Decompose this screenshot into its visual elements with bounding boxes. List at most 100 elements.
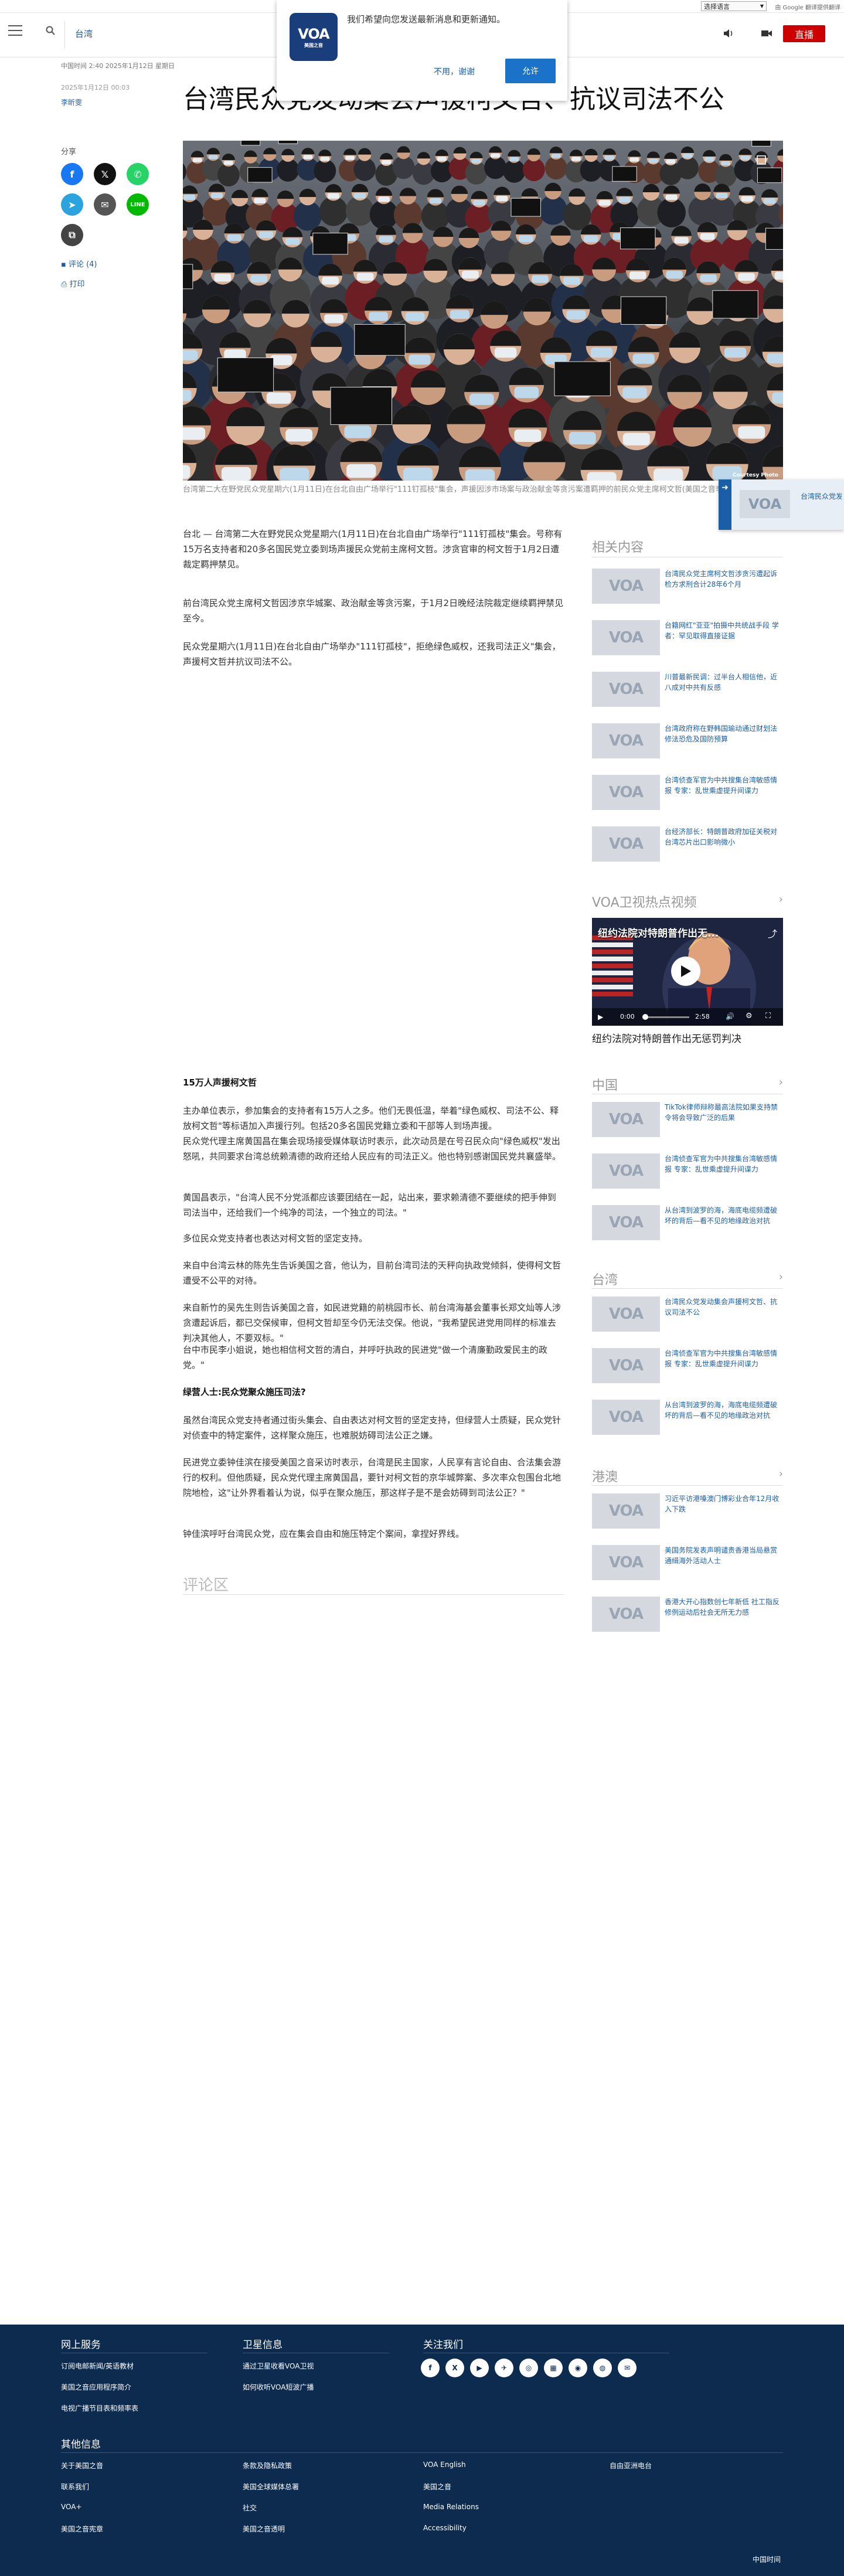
footer-link[interactable]: 条款及隐私政策 bbox=[243, 2461, 292, 2470]
footer-link[interactable]: 社交 bbox=[243, 2503, 257, 2513]
related-article-title[interactable]: 从台湾到波罗的海，海底电缆频遭破坏的背后—看不见的地缘政治对抗 bbox=[665, 1400, 783, 1421]
footer-other-title: 其他信息 bbox=[61, 2439, 101, 2451]
footer-link[interactable]: 关于美国之音 bbox=[61, 2461, 103, 2470]
footer-link[interactable]: Media Relations bbox=[423, 2503, 479, 2511]
related-article-title[interactable]: TikTok律师辩称最高法院如果支持禁令将会导致广泛的后果 bbox=[665, 1102, 783, 1123]
live-button[interactable]: 直播 bbox=[783, 25, 825, 42]
social-icon[interactable]: X bbox=[445, 2359, 464, 2377]
related-article-item[interactable]: VOA 台湾民众党发动集会声援柯文哲、抗议司法不公 bbox=[592, 1294, 783, 1336]
settings-icon[interactable]: ⚙ bbox=[746, 1012, 753, 1020]
related-article-title[interactable]: 台籍网红"亚亚"拍摄中共统战手段 学者：罕见取得直接证据 bbox=[665, 620, 783, 641]
related-article-item[interactable]: VOA 习近平访港嗓澳门博彩业合年12月收入下跌 bbox=[592, 1491, 783, 1533]
related-article-item[interactable]: VOA 香港大开心指数创七年新低 社工指反修例运动后社会无所无力感 bbox=[592, 1594, 783, 1636]
print-link[interactable]: ⎙ 打印 bbox=[61, 278, 85, 289]
play-small-icon[interactable]: ▶ bbox=[598, 1013, 603, 1021]
footer-link[interactable]: 美国之音 bbox=[423, 2482, 451, 2492]
related-article-title[interactable]: 台湾民众党发动集会声援柯文哲、抗议司法不公 bbox=[665, 1296, 783, 1318]
related-article-title[interactable]: 川普最新民调：过半台人相信他，近八成对中共有反感 bbox=[665, 672, 783, 693]
social-icon[interactable]: ◉ bbox=[569, 2359, 587, 2377]
related-article-item[interactable]: VOA 从台湾到波罗的海，海底电缆频遭破坏的背后—看不见的地缘政治对抗 bbox=[592, 1203, 783, 1245]
comments-link[interactable]: ▪ 评论 (4) bbox=[61, 258, 97, 269]
hk-section-header[interactable]: 港澳 › bbox=[592, 1466, 783, 1485]
social-icon[interactable]: ◎ bbox=[519, 2359, 538, 2377]
footer-link[interactable]: 美国全球媒体总署 bbox=[243, 2482, 299, 2492]
article-thumbnail-voa-logo: VOA bbox=[592, 1296, 660, 1332]
search-icon[interactable] bbox=[46, 26, 55, 35]
related-article-item[interactable]: VOA 美国务院发表声明谴责香港当局悬赏通缉海外活动人士 bbox=[592, 1543, 783, 1585]
volume-icon[interactable]: 🔊 bbox=[726, 1012, 734, 1020]
video-player[interactable]: 纽约法院对特朗普作出无... ⤴ ▶ 0:00 2:58 🔊 ⚙ ⛶ bbox=[592, 918, 783, 1026]
footer-link[interactable]: 美国之音宪章 bbox=[61, 2524, 103, 2534]
whatsapp-share-icon[interactable]: ✆ bbox=[127, 163, 149, 185]
footer-link[interactable]: 美国之音应用程序简介 bbox=[61, 2382, 131, 2392]
play-icon[interactable] bbox=[671, 957, 700, 986]
related-article-item[interactable]: VOA TikTok律师辩称最高法院如果支持禁令将会导致广泛的后果 bbox=[592, 1100, 783, 1142]
taiwan-section-header[interactable]: 台湾 › bbox=[592, 1270, 783, 1288]
facebook-share-icon[interactable]: f bbox=[61, 163, 83, 185]
audio-icon[interactable] bbox=[724, 29, 734, 38]
footer-link[interactable]: 美国之音透明 bbox=[243, 2524, 285, 2534]
social-icon[interactable]: f bbox=[421, 2359, 440, 2377]
related-article-title[interactable]: 美国务院发表声明谴责香港当局悬赏通缉海外活动人士 bbox=[665, 1545, 783, 1566]
social-icon[interactable]: ▦ bbox=[544, 2359, 563, 2377]
sticky-article-title: 台湾民众党发动集会声援柯文哲、抗议司法不公 bbox=[801, 492, 842, 501]
notification-message: 我们希望向您发送最新消息和更新通知。 bbox=[347, 14, 506, 25]
line-share-icon[interactable]: LINE bbox=[127, 193, 149, 216]
social-icon[interactable]: ✈ bbox=[495, 2359, 513, 2377]
article-photo: Courtesy Photo bbox=[183, 141, 783, 481]
footer-link[interactable]: 电视广播节目表和频率表 bbox=[61, 2403, 138, 2413]
google-translate-credit[interactable]: 由 Google 翻译提供翻译 bbox=[775, 2, 840, 11]
related-article-item[interactable]: VOA 从台湾到波罗的海，海底电缆频遭破坏的背后—看不见的地缘政治对抗 bbox=[592, 1397, 783, 1440]
related-article-title[interactable]: 台湾民众党主席柯文哲涉贪污遭起诉 检方求刑合计28年6个月 bbox=[665, 569, 783, 590]
footer-link[interactable]: 自由亚洲电台 bbox=[610, 2461, 652, 2470]
article-author[interactable]: 李昕雯 bbox=[61, 97, 82, 107]
related-article-title[interactable]: 香港大开心指数创七年新低 社工指反修例运动后社会无所无力感 bbox=[665, 1597, 783, 1618]
email-share-icon[interactable]: ✉ bbox=[94, 193, 116, 216]
related-article-title[interactable]: 台湾侦查军官为中共搜集台湾敏感情报 专家：乱世乘虚提升间谍力 bbox=[665, 775, 783, 796]
related-article-item[interactable]: VOA 台经济部长：特朗普政府加征关税对台湾芯片出口影响微小 bbox=[592, 824, 783, 866]
fullscreen-icon[interactable]: ⛶ bbox=[765, 1012, 771, 1020]
video-caption[interactable]: 纽约法院对特朗普作出无惩罚判决 bbox=[592, 1030, 783, 1045]
related-article-title[interactable]: 习近平访港嗓澳门博彩业合年12月收入下跌 bbox=[665, 1493, 783, 1515]
footer-link[interactable]: 订阅电邮新闻/英语教材 bbox=[61, 2361, 134, 2371]
video-progress-bar[interactable] bbox=[642, 1014, 689, 1020]
related-article-item[interactable]: VOA 台湾民众党主席柯文哲涉贪污遭起诉 检方求刑合计28年6个月 bbox=[592, 566, 783, 608]
related-article-title[interactable]: 台经济部长：特朗普政府加征关税对台湾芯片出口影响微小 bbox=[665, 826, 783, 848]
related-article-item[interactable]: VOA 台湾侦查军官为中共搜集台湾敏感情报 专家：乱世乘虚提升间谍力 bbox=[592, 773, 783, 815]
telegram-share-icon[interactable]: ➤ bbox=[61, 193, 83, 216]
related-article-title[interactable]: 台湾政府称在野韩国瑜动通过财划法修法恐危及国防预算 bbox=[665, 723, 783, 744]
social-icon[interactable]: ▶ bbox=[470, 2359, 489, 2377]
footer-link[interactable]: Accessibility bbox=[423, 2524, 467, 2532]
related-article-item[interactable]: VOA 台湾政府称在野韩国瑜动通过财划法修法恐危及国防预算 bbox=[592, 721, 783, 763]
voa-logo: VOA bbox=[740, 490, 790, 518]
related-article-item[interactable]: VOA 川普最新民调：过半台人相信他，近八成对中共有反感 bbox=[592, 669, 783, 712]
copy-link-icon[interactable]: ⧉ bbox=[61, 224, 83, 246]
sticky-article-card[interactable]: ➜ VOA 台湾民众党发动集会声援柯文哲、抗议司法不公 bbox=[719, 479, 844, 530]
china-section-header[interactable]: 中国 › bbox=[592, 1075, 783, 1094]
related-article-title[interactable]: 从台湾到波罗的海，海底电缆频遭破坏的背后—看不见的地缘政治对抗 bbox=[665, 1205, 783, 1226]
related-article-item[interactable]: VOA 台湾侦查军官为中共搜集台湾敏感情报 专家：乱世乘虚提升间谍力 bbox=[592, 1346, 783, 1388]
related-article-item[interactable]: VOA 台籍网红"亚亚"拍摄中共统战手段 学者：罕见取得直接证据 bbox=[592, 618, 783, 660]
footer-link[interactable]: VOA+ bbox=[61, 2503, 82, 2511]
allow-notifications-button[interactable]: 允许 bbox=[505, 59, 556, 83]
footer-link[interactable]: 通过卫星收看VOA卫视 bbox=[243, 2361, 314, 2371]
social-icon[interactable]: ✉ bbox=[618, 2359, 637, 2377]
section-title[interactable]: 台湾 bbox=[75, 28, 93, 40]
footer-link[interactable]: 如何收听VOA短波广播 bbox=[243, 2382, 314, 2392]
video-camera-icon[interactable] bbox=[761, 29, 772, 37]
footer-link[interactable]: 联系我们 bbox=[61, 2482, 89, 2492]
language-select[interactable]: 选择语言 ▼ bbox=[701, 1, 767, 11]
article-thumbnail-voa-logo: VOA bbox=[592, 672, 660, 707]
arrow-right-icon[interactable]: ➜ bbox=[719, 479, 731, 530]
social-icon[interactable]: ◍ bbox=[593, 2359, 612, 2377]
hamburger-menu-icon[interactable] bbox=[8, 25, 22, 36]
decline-notifications-button[interactable]: 不用，谢谢 bbox=[434, 66, 475, 77]
related-article-title[interactable]: 台湾侦查军官为中共搜集台湾敏感情报 专家：乱世乘虚提升间谍力 bbox=[665, 1348, 783, 1369]
related-article-item[interactable]: VOA 台湾侦查军官为中共搜集台湾敏感情报 专家：乱世乘虚提升间谍力 bbox=[592, 1151, 783, 1193]
share-icon[interactable]: ⤴ bbox=[768, 926, 777, 940]
footer-link[interactable]: VOA English bbox=[423, 2461, 466, 2469]
video-section-header[interactable]: VOA卫视热点视频 › bbox=[592, 892, 783, 911]
x-share-icon[interactable]: 𝕏 bbox=[94, 163, 116, 185]
related-article-title[interactable]: 台湾侦查军官为中共搜集台湾敏感情报 专家：乱世乘虚提升间谍力 bbox=[665, 1153, 783, 1175]
divider bbox=[183, 1594, 564, 1595]
